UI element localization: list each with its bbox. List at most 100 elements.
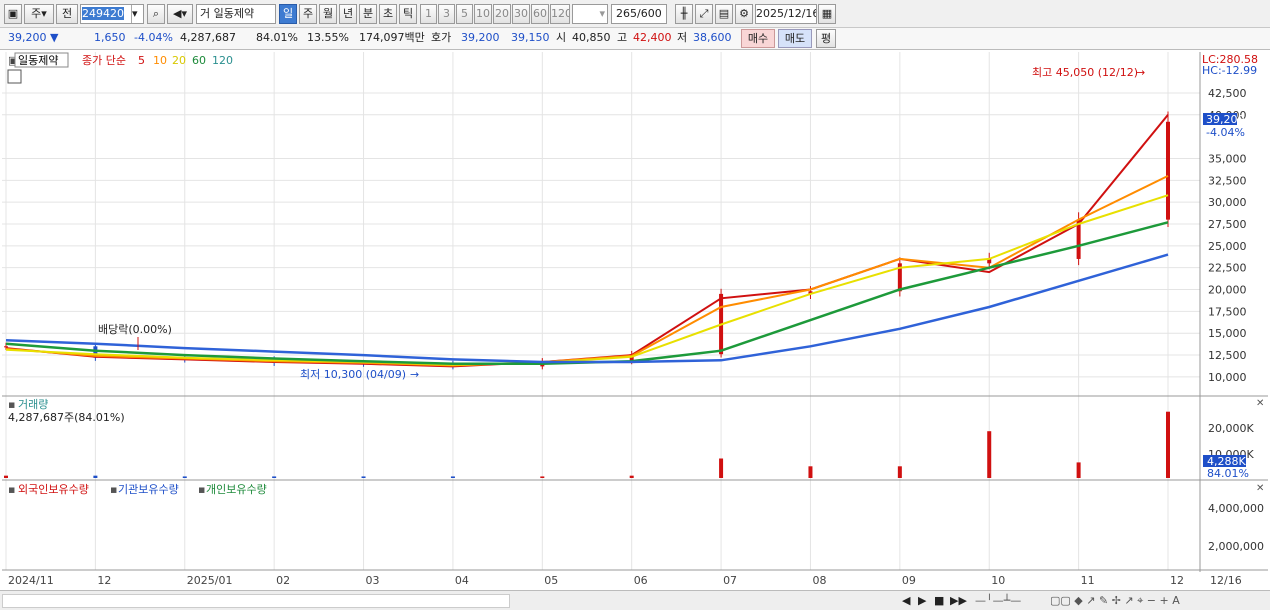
date-tick: 11 xyxy=(1081,574,1095,587)
total-volume: 4,287,687 xyxy=(180,31,236,44)
volume-bar xyxy=(897,466,902,478)
speaker-icon[interactable]: ◀▾ xyxy=(167,4,193,24)
stock-name-field[interactable]: 거 일동제약 xyxy=(196,4,276,24)
minute-3[interactable]: 3 xyxy=(438,4,455,24)
price-tick: 10,000 xyxy=(1208,371,1247,384)
price-tick: 20,000 xyxy=(1208,284,1247,297)
turnover: 13.55% xyxy=(307,31,349,44)
legend-ma20: 20 xyxy=(172,54,186,67)
minute-20[interactable]: 20 xyxy=(493,4,511,24)
tab-week[interactable]: 주 xyxy=(299,4,317,24)
date-tick: 08 xyxy=(812,574,826,587)
volume-bar xyxy=(719,458,724,478)
date-tick: 05 xyxy=(544,574,558,587)
stock-name: 일동제약 xyxy=(213,7,255,20)
stop-icon[interactable]: ■ xyxy=(934,594,944,608)
high-label: 고 xyxy=(617,31,628,44)
save-icon[interactable]: ▤ xyxy=(715,4,733,24)
low-label: 저 xyxy=(677,31,688,44)
code-input[interactable]: 249420 ▾ xyxy=(80,4,144,24)
legend-name: 일동제약 xyxy=(18,53,58,67)
ask-price: 39,200 xyxy=(461,31,500,44)
volume-bar xyxy=(272,476,277,478)
date-field[interactable]: 2025/12/16 xyxy=(755,4,817,24)
candle-body xyxy=(1166,121,1170,220)
search-icon[interactable]: ⌕ xyxy=(147,4,165,24)
compare-icon[interactable]: ⤢ xyxy=(695,4,713,24)
close-icon-hold[interactable]: ✕ xyxy=(1256,483,1264,494)
date-tick: 09 xyxy=(902,574,916,587)
hold-sep-1: ▪ xyxy=(110,483,117,496)
price-tick: 27,500 xyxy=(1208,218,1247,231)
scroll-bar[interactable]: ◀ ▶ ■ ▶▶ —╵—┴— ▢▢ ◆ ↗ ✎ ✢ ↗ ⌖ − + A xyxy=(0,590,1270,610)
hold-legend-inst: 기관보유수량 xyxy=(118,483,179,496)
prev-button[interactable]: 전 xyxy=(56,4,78,24)
stock-chart[interactable]: 42,50040,00035,00032,50030,00027,50025,0… xyxy=(0,50,1270,590)
zoom-slider-icon[interactable]: —╵—┴— xyxy=(975,594,1021,608)
custom-period-dropdown[interactable]: ▾ xyxy=(572,4,608,24)
holdings-tick: 2,000,000 xyxy=(1208,540,1264,553)
minute-120[interactable]: 120 xyxy=(550,4,570,24)
current-price: 39,200 ▼ xyxy=(8,31,59,44)
volume-bar xyxy=(540,476,545,478)
volume-bar xyxy=(361,476,366,478)
sell-button[interactable]: 매도 xyxy=(778,29,812,48)
tab-minute[interactable]: 분 xyxy=(359,4,377,24)
hold-pane-icon[interactable]: ▪ xyxy=(8,483,15,496)
gear-icon[interactable]: ⚙ xyxy=(735,4,753,24)
type-label: 주 xyxy=(31,7,42,20)
toolbar: ▣ 주▾ 전 249420 ▾ ⌕ ◀▾ 거 일동제약 일 주 월 년 분 초 틱… xyxy=(0,0,1270,28)
candle-body xyxy=(4,346,8,348)
close-icon-vol[interactable]: ✕ xyxy=(1256,398,1264,409)
price-tick: 22,500 xyxy=(1208,262,1247,275)
high-annotation: 최고 45,050 (12/12) xyxy=(1032,66,1138,79)
rate-marker: -4.04% xyxy=(1206,126,1245,139)
panel-icon[interactable]: ▣ xyxy=(4,4,22,24)
price-tick: 15,000 xyxy=(1208,327,1247,340)
chevron-down-icon[interactable]: ▾ xyxy=(131,5,143,23)
market-label: 거 xyxy=(200,7,211,20)
count-field[interactable]: 265/600 xyxy=(611,4,667,24)
layout-icons[interactable]: ▢▢ ◆ ↗ ✎ ✢ ↗ ⌖ − + A xyxy=(1050,594,1180,608)
fast-forward-icon[interactable]: ▶▶ xyxy=(950,594,967,608)
play-back-icon[interactable]: ◀ xyxy=(902,594,910,608)
volume-bar xyxy=(1166,411,1170,478)
trade-amount: 174,097백만 xyxy=(359,31,425,44)
low-annotation: 최저 10,300 (04/09) xyxy=(300,368,406,381)
type-dropdown[interactable]: 주▾ xyxy=(24,4,54,24)
vol-pane-icon[interactable]: ▪ xyxy=(8,398,15,411)
bid-price: 39,150 xyxy=(511,31,550,44)
tab-tick[interactable]: 틱 xyxy=(399,4,417,24)
price-rate: -4.04% xyxy=(134,31,173,44)
vol-title: 거래량 xyxy=(18,398,48,411)
legend-ma60: 60 xyxy=(192,54,206,67)
minute-10[interactable]: 10 xyxy=(474,4,492,24)
tab-day[interactable]: 일 xyxy=(279,4,297,24)
buy-button[interactable]: 매수 xyxy=(741,29,775,48)
price-tick: 42,500 xyxy=(1208,87,1247,100)
scroll-track[interactable] xyxy=(2,594,510,608)
table-icon[interactable] xyxy=(7,69,22,84)
legend-title: 종가 단순 xyxy=(82,54,126,67)
minute-60[interactable]: 60 xyxy=(531,4,549,24)
candle-icon[interactable]: ╫ xyxy=(675,4,693,24)
date-tick: 04 xyxy=(455,574,469,587)
minute-30[interactable]: 30 xyxy=(512,4,530,24)
tab-second[interactable]: 초 xyxy=(379,4,397,24)
bid-label: 호가 xyxy=(431,31,452,44)
price-tick: 12,500 xyxy=(1208,349,1247,362)
minute-1[interactable]: 1 xyxy=(420,4,437,24)
calendar-icon[interactable]: ▦ xyxy=(818,4,836,24)
play-icon[interactable]: ▶ xyxy=(918,594,926,608)
legend-ma10: 10 xyxy=(153,54,167,67)
count-max: /600 xyxy=(637,7,662,20)
minute-5[interactable]: 5 xyxy=(456,4,473,24)
avg-button[interactable]: 평 xyxy=(816,29,836,48)
volume-bar xyxy=(987,431,992,478)
tab-year[interactable]: 년 xyxy=(339,4,357,24)
low-arrow: → xyxy=(410,368,419,381)
tab-month[interactable]: 월 xyxy=(319,4,337,24)
volume-bar xyxy=(808,466,813,478)
legend-ma5: 5 xyxy=(138,54,145,67)
volume-bar xyxy=(629,475,634,478)
